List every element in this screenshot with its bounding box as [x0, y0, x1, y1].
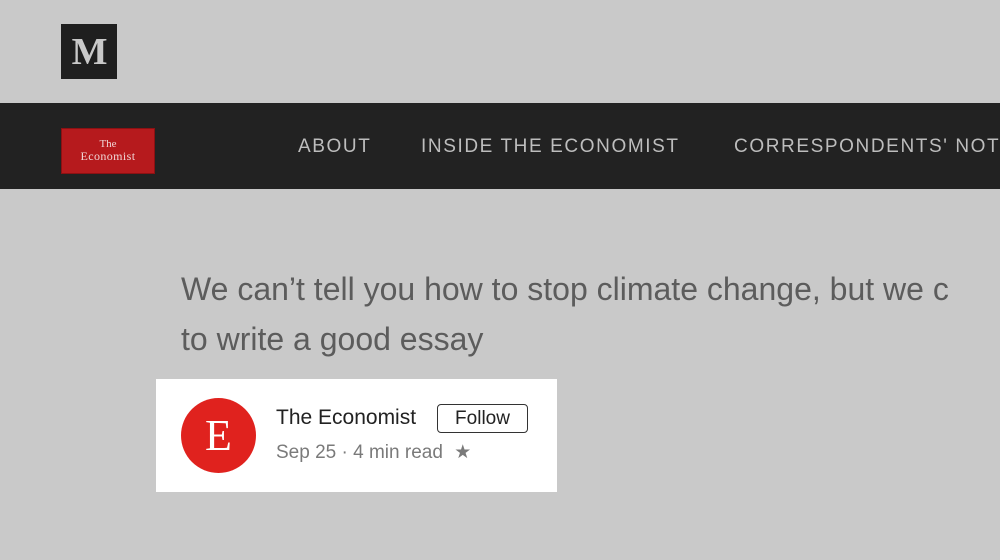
star-icon[interactable]: ★ [454, 442, 471, 463]
economist-logo[interactable]: The Economist [61, 128, 155, 174]
publish-date: Sep 25 [276, 442, 337, 463]
headline-line-1: We can’t tell you how to stop climate ch… [181, 271, 949, 307]
author-card: E The Economist Follow Sep 25 · 4 min re… [156, 379, 557, 492]
avatar-letter: E [205, 410, 232, 460]
article-headline: We can’t tell you how to stop climate ch… [181, 264, 1000, 364]
nav-item-correspondents-notebook[interactable]: CORRESPONDENTS' NOT [734, 135, 1000, 159]
nav-item-about[interactable]: ABOUT [298, 135, 371, 159]
medium-logo[interactable]: M [61, 24, 117, 79]
publication-nav-bar: The Economist ABOUT INSIDE THE ECONOMIST… [0, 103, 1000, 189]
author-avatar[interactable]: E [181, 398, 256, 473]
medium-logo-letter: M [71, 30, 108, 73]
headline-line-2: to write a good essay [181, 321, 484, 357]
nav-item-inside-the-economist[interactable]: INSIDE THE ECONOMIST [421, 135, 680, 159]
article-meta: Sep 25 · 4 min read ★ [276, 441, 471, 465]
meta-separator: · [341, 442, 348, 463]
read-time: 4 min read [353, 442, 443, 463]
economist-logo-line2: Economist [80, 149, 136, 164]
follow-button[interactable]: Follow [437, 404, 528, 433]
author-name[interactable]: The Economist [276, 405, 416, 431]
